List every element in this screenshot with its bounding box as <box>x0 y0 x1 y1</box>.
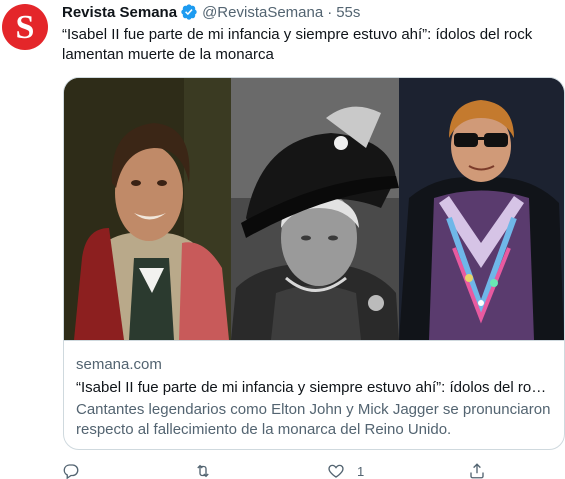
like-count: 1 <box>357 463 365 479</box>
action-bar: 1 <box>62 462 502 479</box>
avatar[interactable]: S <box>2 4 48 50</box>
retweet-icon <box>197 464 209 478</box>
handle[interactable]: @RevistaSemana <box>202 4 323 21</box>
tweet-header: Revista Semana @RevistaSemana · 55s <box>62 2 360 22</box>
card-body[interactable]: semana.com “Isabel II fue parte de mi in… <box>64 340 564 440</box>
avatar-letter: S <box>15 9 35 46</box>
reply-icon <box>63 464 79 479</box>
card-description: Cantantes legendarios como Elton John y … <box>76 401 551 438</box>
link-card[interactable]: semana.com “Isabel II fue parte de mi in… <box>63 77 565 450</box>
reply-button[interactable] <box>62 462 80 479</box>
heart-icon <box>328 464 344 478</box>
timestamp[interactable]: 55s <box>336 4 360 21</box>
tweet[interactable]: S Revista Semana @RevistaSemana · 55s “I… <box>0 0 565 479</box>
card-image[interactable] <box>64 78 564 340</box>
elton-john-photo <box>399 78 564 340</box>
mick-jagger-photo <box>64 78 231 340</box>
share-button[interactable] <box>468 462 486 479</box>
retweet-button[interactable] <box>194 462 212 479</box>
card-title: “Isabel II fue parte de mi infancia y si… <box>76 379 552 396</box>
like-button[interactable]: 1 <box>327 462 364 479</box>
tweet-text: “Isabel II fue parte de mi infancia y si… <box>62 26 533 63</box>
card-domain: semana.com <box>76 356 162 373</box>
queen-elizabeth-photo <box>231 78 399 340</box>
share-icon <box>470 463 484 479</box>
verified-badge-icon <box>181 4 197 20</box>
separator-dot: · <box>327 3 333 21</box>
display-name[interactable]: Revista Semana <box>62 4 177 21</box>
